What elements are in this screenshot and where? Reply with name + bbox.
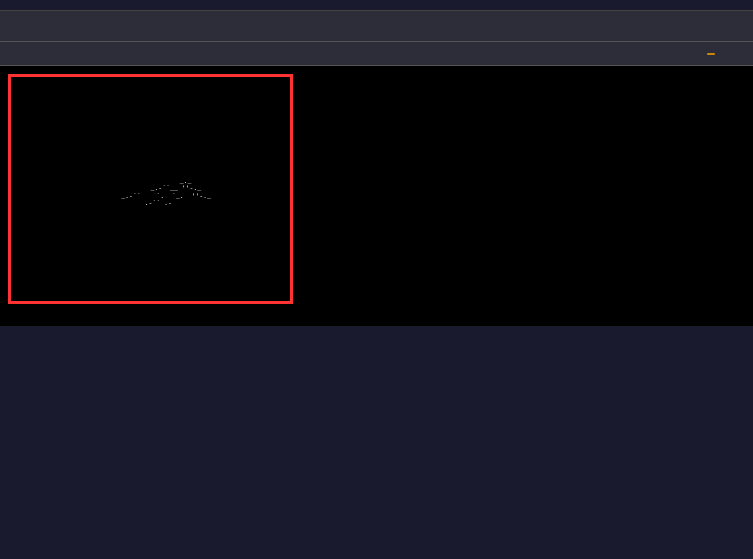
toolbar	[0, 10, 753, 42]
code-section	[0, 0, 753, 10]
redis-ascii-art: _._ _.-``__ ''-._ _.-`` `. `_. ''-._ .-`…	[90, 171, 211, 207]
redis-art-box: _._ _.-``__ ''-._ _.-`` `. `_. ''-._ .-`…	[8, 74, 293, 304]
ssh-badge	[707, 53, 715, 55]
terminal: _._ _.-``__ ''-._ _.-`` `. `_. ''-._ .-`…	[0, 66, 753, 326]
status-right	[707, 53, 745, 55]
statusbar	[0, 42, 753, 66]
